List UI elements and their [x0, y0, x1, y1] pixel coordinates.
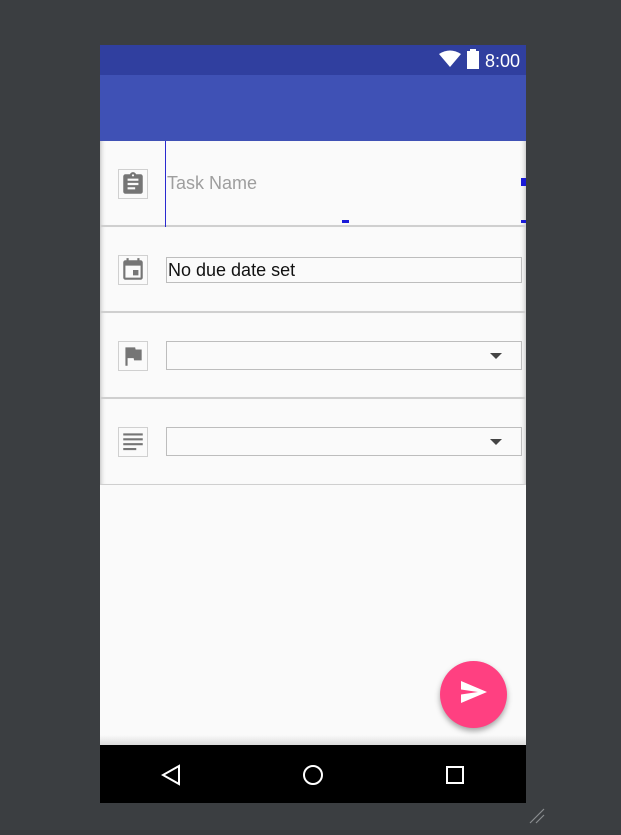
selection-handle[interactable] [521, 220, 526, 223]
app-bar [100, 75, 526, 141]
priority-dropdown[interactable] [166, 341, 522, 370]
clipboard-icon [118, 169, 148, 199]
task-form: Task Name No due date set [100, 141, 526, 485]
back-icon[interactable] [159, 763, 183, 787]
resize-grip-icon[interactable] [527, 806, 547, 826]
device-screen: 8:00 Task Name No due date set [100, 45, 526, 803]
wifi-icon [438, 50, 461, 73]
task-name-input[interactable]: Task Name [165, 141, 526, 227]
navigation-bar [100, 745, 526, 803]
status-bar: 8:00 [100, 45, 526, 75]
priority-row [100, 313, 526, 399]
due-date-row: No due date set [100, 227, 526, 313]
send-button[interactable] [440, 661, 507, 728]
flag-icon [118, 341, 148, 371]
category-dropdown[interactable] [166, 427, 522, 456]
calendar-icon [118, 255, 148, 285]
battery-icon [466, 48, 479, 74]
recents-icon[interactable] [443, 763, 467, 787]
list-icon [118, 427, 148, 457]
nav-shadow [100, 735, 526, 745]
category-row [100, 399, 526, 485]
due-date-field[interactable]: No due date set [166, 257, 522, 283]
task-name-row: Task Name [100, 141, 526, 227]
selection-handle[interactable] [521, 178, 526, 186]
task-name-placeholder: Task Name [167, 173, 258, 193]
home-icon[interactable] [301, 763, 325, 787]
send-icon [460, 681, 487, 708]
status-time: 8:00 [484, 51, 520, 71]
dropdown-arrow-icon [490, 439, 502, 445]
dropdown-arrow-icon [490, 353, 502, 359]
selection-handle[interactable] [342, 220, 349, 223]
